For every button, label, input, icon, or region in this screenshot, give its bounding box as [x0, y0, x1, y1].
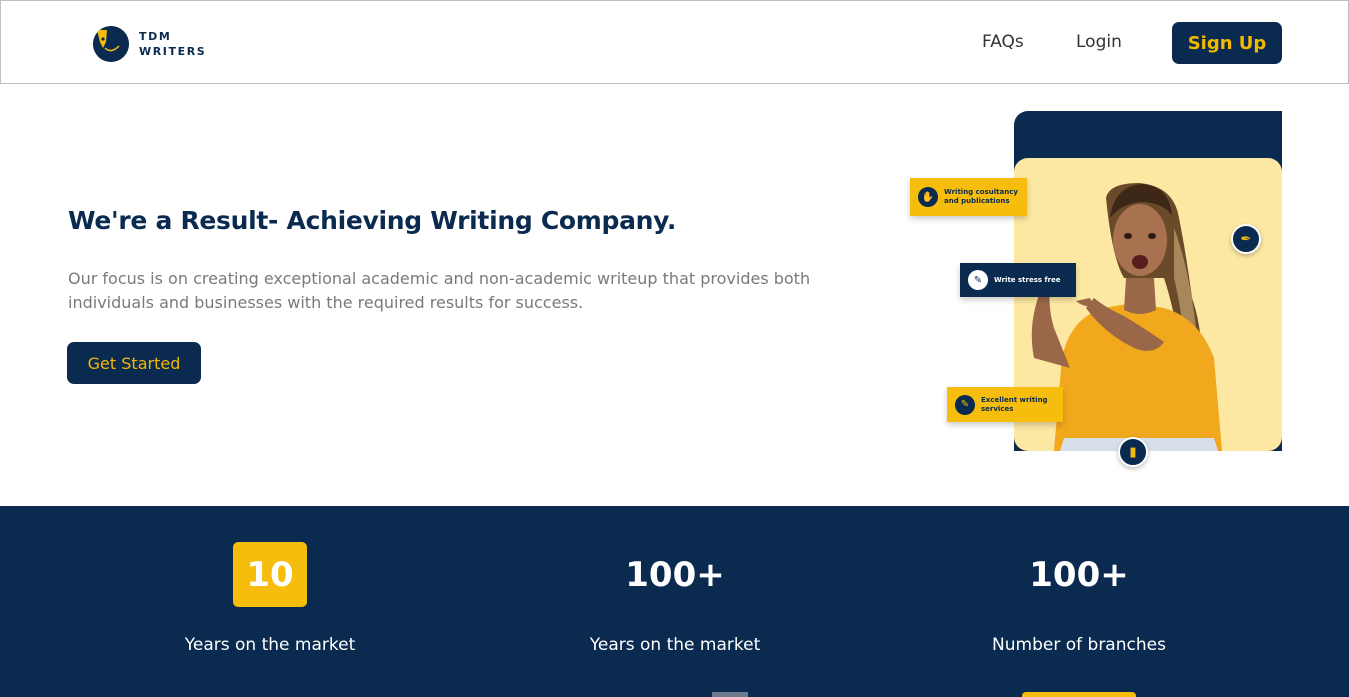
feature-tag-label: Writing cosultancy and publications — [944, 188, 1018, 205]
site-header: TDM WRITERS FAQs Login Sign Up — [0, 0, 1349, 84]
hero-description: Our focus is on creating exceptional aca… — [68, 269, 811, 312]
stat-value: 100+ — [625, 554, 725, 595]
hero-title: We're a Result- Achieving Writing Compan… — [68, 206, 677, 235]
stat-item: 100+ Number of branches — [929, 506, 1229, 656]
stat-value: 100+ — [1029, 554, 1129, 595]
stat-value: 10 — [233, 542, 307, 607]
feature-tag-consultancy: ✋ Writing cosultancy and publications — [910, 178, 1027, 216]
stat-label: Years on the market — [589, 635, 761, 655]
nav-link-faqs[interactable]: FAQs — [982, 32, 1024, 52]
stat-label: Years on the market — [184, 635, 356, 655]
next-section-peek — [1022, 692, 1136, 697]
logo-line-1: TDM — [139, 30, 172, 43]
stat-item: 10 Years on the market — [120, 506, 420, 655]
logo[interactable]: TDM WRITERS — [93, 25, 213, 65]
stats-section: 10 Years on the market 100+ Years on the… — [0, 506, 1349, 697]
pen-nib-icon — [93, 26, 129, 62]
stat-label: Number of branches — [992, 635, 1166, 655]
pen-icon: ✎ — [968, 270, 988, 290]
logo-line-2: WRITERS — [139, 45, 207, 58]
handshake-icon: ✋ — [918, 187, 938, 207]
section-divider — [712, 692, 748, 697]
stat-item: 100+ Years on the market — [525, 506, 825, 656]
logo-text: TDM WRITERS — [139, 29, 206, 59]
pen-nib-icon: ✒ — [1231, 224, 1261, 254]
sign-up-button[interactable]: Sign Up — [1172, 22, 1282, 64]
feature-tag-label: Excellent writing services — [981, 395, 1048, 413]
feature-tag-excellent: ✎ Excellent writing services — [947, 387, 1063, 422]
pen-icon: ✎ — [955, 394, 975, 415]
nav-link-login[interactable]: Login — [1076, 32, 1122, 52]
feature-tag-label: Write stress free — [994, 275, 1061, 284]
feature-tag-stress-free: ✎ Write stress free — [960, 263, 1076, 297]
book-icon: ▮ — [1118, 437, 1148, 467]
get-started-button[interactable]: Get Started — [67, 342, 201, 384]
